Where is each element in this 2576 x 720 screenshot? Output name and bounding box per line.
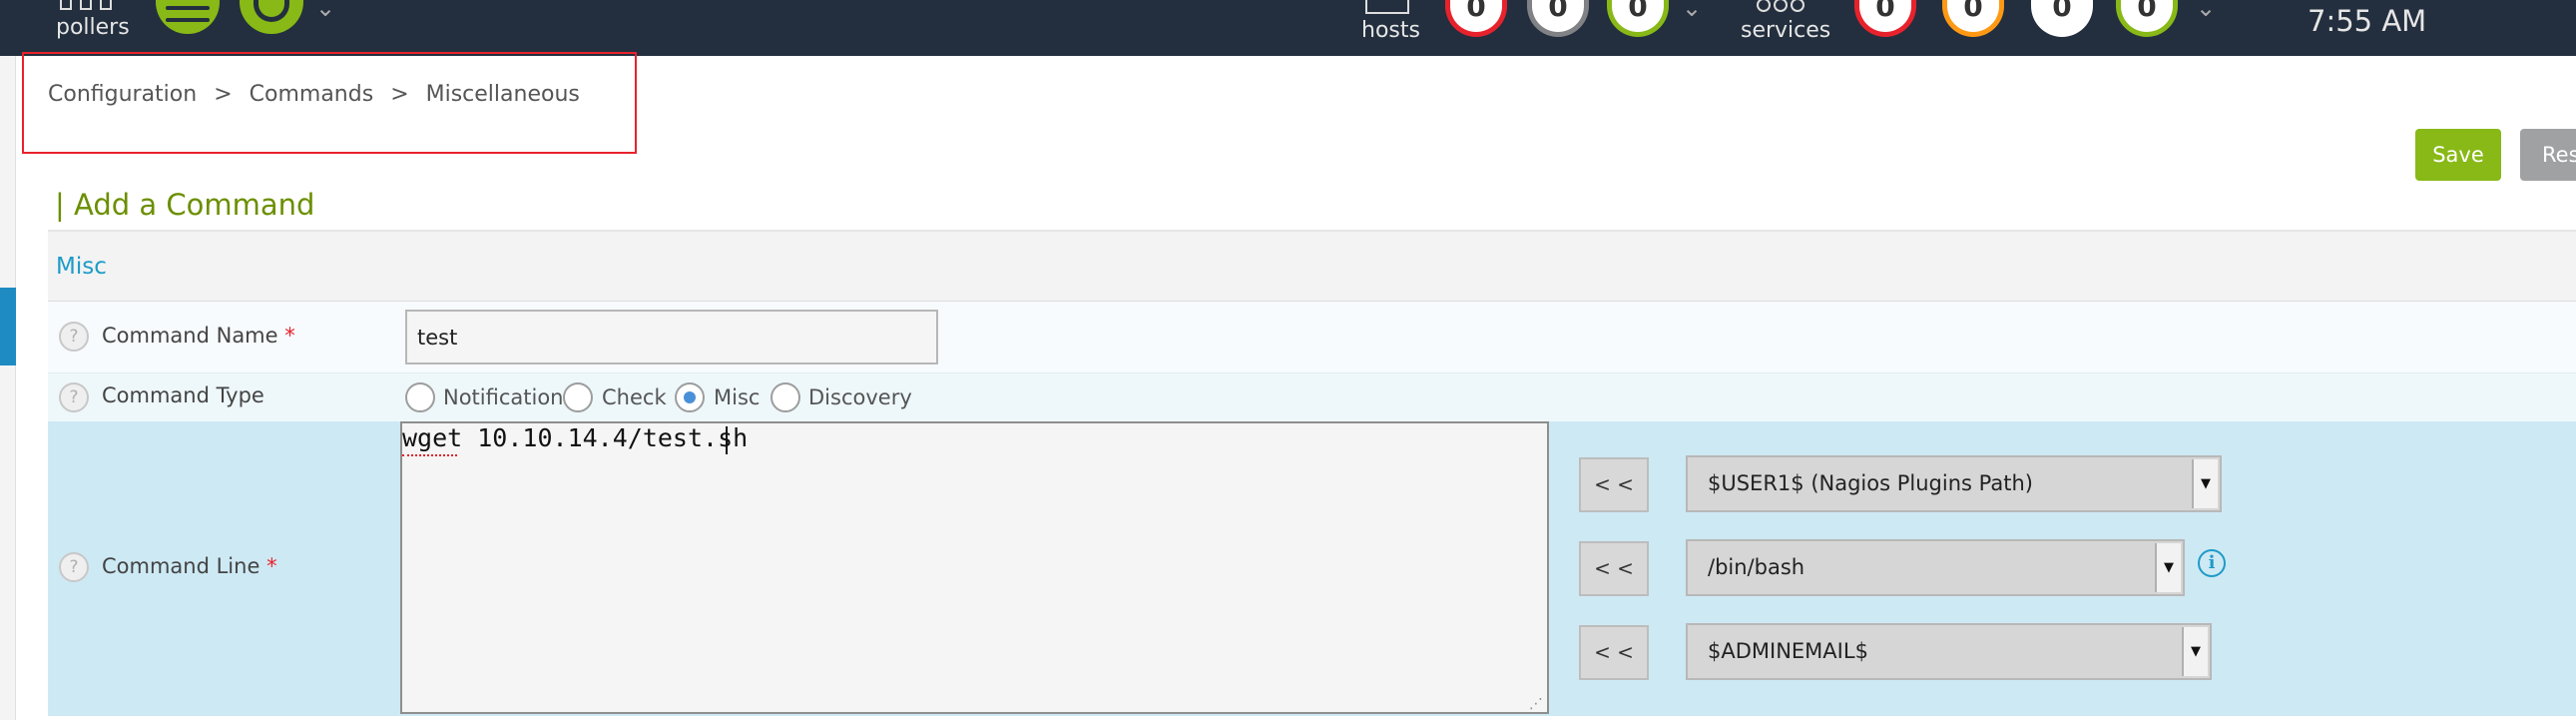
radio-check[interactable] bbox=[563, 382, 593, 412]
command-name-label: Command Name * bbox=[102, 324, 295, 348]
services-critical-count[interactable]: 0 bbox=[1854, 0, 1916, 37]
radio-discovery-label[interactable]: Discovery bbox=[808, 385, 912, 409]
section-header: Misc bbox=[48, 230, 2576, 302]
help-icon[interactable]: ? bbox=[59, 322, 89, 352]
services-ok-count[interactable]: 0 bbox=[2116, 0, 2178, 37]
page-title: | Add a Command bbox=[55, 188, 315, 222]
hosts-unreachable-count[interactable]: 0 bbox=[1527, 0, 1589, 37]
caret-down-icon: ▼ bbox=[2182, 627, 2208, 676]
radio-check-label[interactable]: Check bbox=[602, 385, 667, 409]
command-type-label: Command Type bbox=[102, 383, 264, 407]
breadcrumb-commands[interactable]: Commands bbox=[250, 82, 374, 107]
caret-down-icon: ▼ bbox=[2155, 543, 2181, 592]
command-line-text: wget 10.10.14.4/test.sh bbox=[402, 423, 749, 452]
info-icon[interactable]: i bbox=[2198, 549, 2226, 577]
command-name-label-text: Command Name bbox=[102, 324, 278, 348]
resize-grip-icon[interactable]: ⋰ bbox=[1529, 696, 1543, 712]
breadcrumb-separator: > bbox=[390, 82, 409, 107]
macro-select-value: $ADMINEMAIL$ bbox=[1708, 639, 1868, 663]
radio-notification-label[interactable]: Notification bbox=[443, 385, 564, 409]
sidebar-active-marker bbox=[0, 288, 16, 365]
radio-misc-label[interactable]: Misc bbox=[714, 385, 760, 409]
breadcrumb-separator: > bbox=[214, 82, 233, 107]
spellcheck-underline bbox=[402, 452, 457, 456]
macro-select[interactable]: $ADMINEMAIL$ ▼ bbox=[1686, 623, 2212, 680]
hosts-chevron-down-icon[interactable]: ⌄ bbox=[1682, 0, 1702, 22]
chevron-down-icon[interactable]: ⌄ bbox=[315, 0, 335, 22]
required-mark: * bbox=[284, 324, 295, 348]
resource-select-value: $USER1$ (Nagios Plugins Path) bbox=[1708, 471, 2033, 495]
command-line-textarea[interactable] bbox=[400, 421, 1549, 714]
resource-select[interactable]: $USER1$ (Nagios Plugins Path) ▼ bbox=[1686, 455, 2222, 512]
radio-discovery[interactable] bbox=[771, 382, 800, 412]
pollers-icon[interactable] bbox=[60, 0, 116, 14]
help-icon[interactable]: ? bbox=[59, 552, 89, 582]
insert-macro-button[interactable]: < < bbox=[1579, 625, 1649, 680]
breadcrumb-configuration[interactable]: Configuration bbox=[48, 82, 197, 107]
required-mark: * bbox=[266, 554, 277, 578]
reset-button[interactable]: Res bbox=[2520, 129, 2576, 181]
connector-select-value: /bin/bash bbox=[1708, 555, 1805, 579]
breadcrumb: Configuration > Commands > Miscellaneous bbox=[48, 82, 580, 107]
text-caret bbox=[726, 426, 728, 454]
services-label[interactable]: services bbox=[1741, 18, 1830, 43]
command-name-input[interactable] bbox=[405, 310, 938, 364]
database-icon[interactable] bbox=[156, 0, 220, 34]
radio-notification[interactable] bbox=[405, 382, 435, 412]
command-line-label: Command Line * bbox=[102, 554, 277, 578]
clock: 7:55 AM bbox=[2308, 4, 2427, 38]
services-warning-count[interactable]: 0 bbox=[1942, 0, 2004, 37]
left-sidebar bbox=[0, 56, 16, 720]
section-tab-misc[interactable]: Misc bbox=[56, 254, 107, 280]
caret-down-icon: ▼ bbox=[2192, 459, 2218, 508]
hosts-up-count[interactable]: 0 bbox=[1607, 0, 1669, 37]
hosts-label[interactable]: hosts bbox=[1361, 18, 1420, 43]
services-unknown-count[interactable]: 0 bbox=[2031, 0, 2093, 37]
radio-misc[interactable] bbox=[675, 382, 705, 412]
hosts-icon[interactable] bbox=[1365, 0, 1409, 14]
pollers-label[interactable]: pollers bbox=[56, 15, 130, 40]
insert-macro-button[interactable]: < < bbox=[1579, 541, 1649, 596]
command-line-label-text: Command Line bbox=[102, 554, 260, 578]
help-icon[interactable]: ? bbox=[59, 382, 89, 412]
top-bar: pollers ⌄ hosts 0 0 0 ⌄ services 0 0 0 0… bbox=[0, 0, 2576, 56]
breadcrumb-miscellaneous[interactable]: Miscellaneous bbox=[426, 82, 580, 107]
save-button[interactable]: Save bbox=[2415, 129, 2501, 181]
poller-status-icon[interactable] bbox=[240, 0, 303, 34]
services-icon[interactable] bbox=[1757, 0, 1806, 14]
services-chevron-down-icon[interactable]: ⌄ bbox=[2196, 0, 2216, 22]
insert-macro-button[interactable]: < < bbox=[1579, 457, 1649, 512]
hosts-down-count[interactable]: 0 bbox=[1445, 0, 1507, 37]
connector-select[interactable]: /bin/bash ▼ bbox=[1686, 539, 2185, 596]
